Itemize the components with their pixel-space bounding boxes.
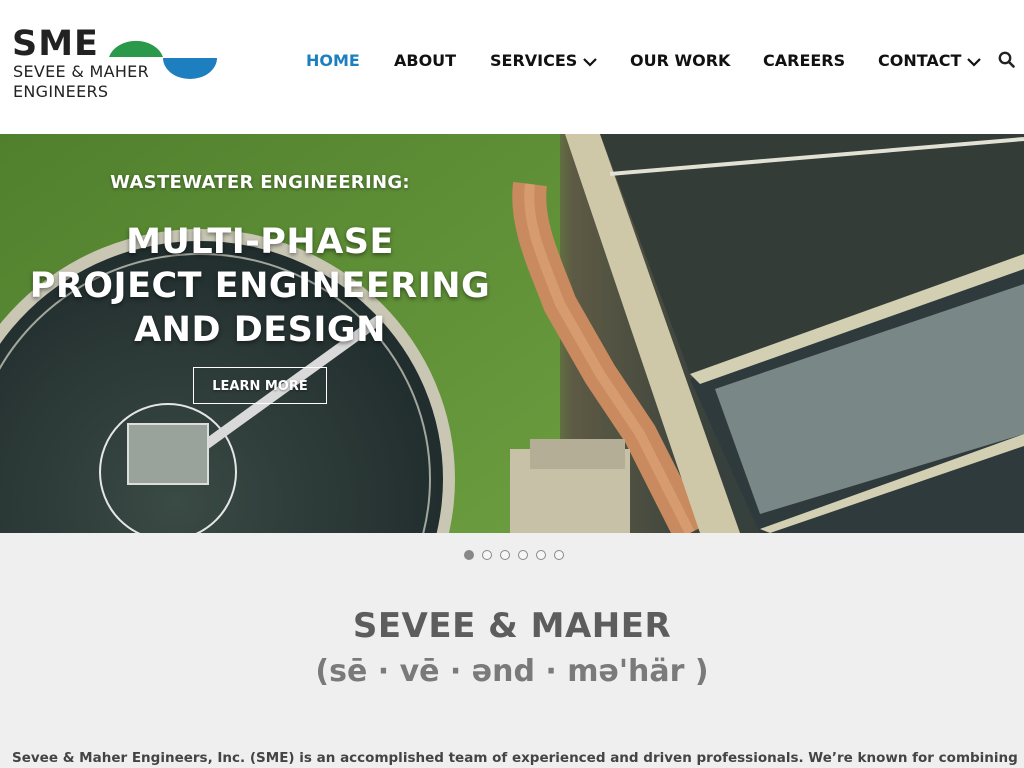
nav-contact[interactable]: CONTACT [878,48,982,74]
logo-abbr: SME [12,24,99,64]
slider-dot-3[interactable] [500,550,510,560]
nav-contact-label: CONTACT [878,51,962,70]
nav-our-work[interactable]: OUR WORK [630,48,730,74]
site-header: SME SEVEE & MAHER ENGINEERS HOME ABOUT S… [0,0,1024,134]
intro-title: SEVEE & MAHER [352,606,672,646]
hero-title: MULTI-PHASE PROJECT ENGINEERING AND DESI… [0,220,520,352]
nav-about[interactable]: ABOUT [394,48,456,74]
chevron-down-icon [967,57,982,67]
slider-dot-4[interactable] [518,550,528,560]
intro-paragraph: Sevee & Maher Engineers, Inc. (SME) is a… [12,750,1022,766]
nav-services[interactable]: SERVICES [490,48,598,74]
slider-dot-5[interactable] [536,550,546,560]
chevron-down-icon [583,57,598,67]
nav-services-label: SERVICES [490,51,578,70]
intro-pronunciation: (sē · vē · ənd · mə'här ) [315,654,709,689]
slider-dot-6[interactable] [554,550,564,560]
nav-careers[interactable]: CAREERS [763,48,845,74]
nav-home[interactable]: HOME [306,48,360,74]
hero-title-line-3: AND DESIGN [134,310,386,350]
slider-dot-2[interactable] [482,550,492,560]
search-icon[interactable] [998,51,1015,68]
hero-title-line-2: PROJECT ENGINEERING [29,266,491,306]
slider-dot-1[interactable] [464,550,474,560]
learn-more-button[interactable]: LEARN MORE [193,367,327,404]
hero-slider: WASTEWATER ENGINEERING: MULTI-PHASE PROJ… [0,134,1024,533]
hero-eyebrow: WASTEWATER ENGINEERING: [110,172,410,193]
logo-line-1: SEVEE & MAHER [13,62,149,81]
hero-title-line-1: MULTI-PHASE [126,222,394,262]
logo-line-2: ENGINEERS [13,82,109,101]
site-logo[interactable]: SME SEVEE & MAHER ENGINEERS [12,26,222,106]
